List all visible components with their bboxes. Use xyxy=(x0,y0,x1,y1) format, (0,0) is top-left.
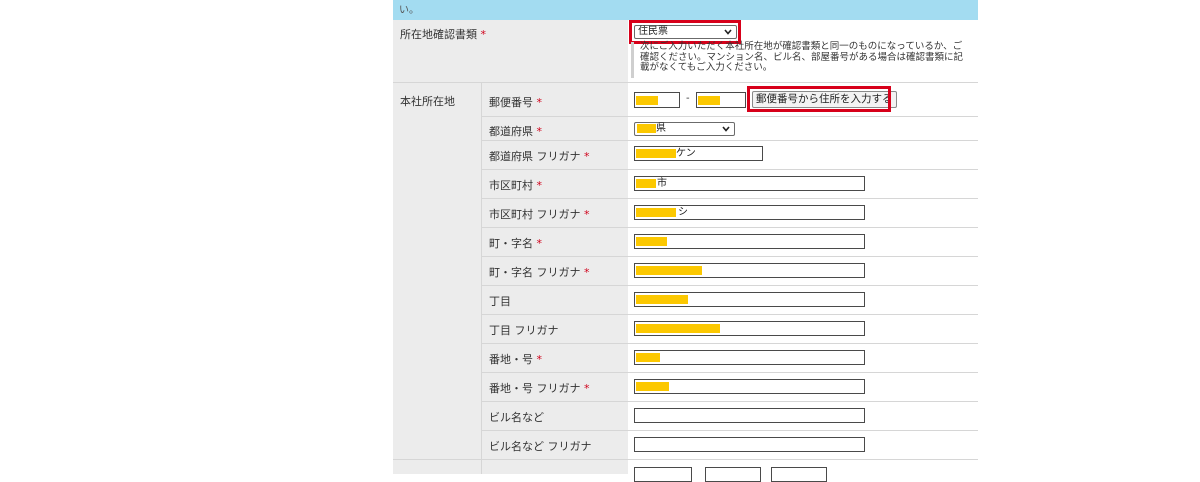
divider xyxy=(482,314,978,315)
chome-label: 丁目 xyxy=(489,295,511,308)
town-input[interactable] xyxy=(634,234,865,249)
divider xyxy=(393,459,978,460)
town-kana-input[interactable] xyxy=(634,263,865,278)
prefecture-kana-input[interactable]: ケン xyxy=(634,146,763,161)
city-value-suffix: 市 xyxy=(657,178,667,189)
postal-code-first-input[interactable] xyxy=(634,92,680,108)
divider xyxy=(482,169,978,170)
banchi-kana-label: 番地・号 フリガナ * xyxy=(489,382,590,395)
redaction-mark xyxy=(636,149,676,158)
redaction-mark xyxy=(636,208,676,217)
building-kana-label: ビル名など フリガナ xyxy=(489,440,592,453)
divider xyxy=(482,227,978,228)
redaction-mark xyxy=(698,96,720,105)
postal-label: 郵便番号 * xyxy=(489,96,542,109)
redaction-mark xyxy=(636,353,660,362)
form-frame: い。 所在地確認書類 * 住民票 次にご入力いただく本社所在地が確認書類と同一の… xyxy=(393,0,978,482)
city-label: 市区町村 * xyxy=(489,179,542,192)
chome-kana-label: 丁目 フリガナ xyxy=(489,324,559,337)
divider xyxy=(482,285,978,286)
chevron-down-icon xyxy=(722,126,730,132)
divider xyxy=(482,256,978,257)
redaction-mark xyxy=(636,382,669,391)
building-input[interactable] xyxy=(634,408,865,423)
section-label-cell xyxy=(393,83,481,474)
annotation-box-postal-lookup xyxy=(747,86,891,112)
chome-kana-input[interactable] xyxy=(634,321,865,336)
doc-type-label: 所在地確認書類 * xyxy=(400,28,486,41)
divider xyxy=(482,198,978,199)
redaction-mark xyxy=(636,179,656,188)
banchi-kana-input[interactable] xyxy=(634,379,865,394)
building-label: ビル名など xyxy=(489,411,544,424)
prefecture-kana-value-suffix: ケン xyxy=(676,148,696,159)
next-row-input-3[interactable] xyxy=(771,467,827,482)
city-input[interactable]: 市 xyxy=(634,176,865,191)
prefecture-kana-label: 都道府県 フリガナ * xyxy=(489,150,590,163)
redaction-mark xyxy=(636,266,702,275)
city-kana-label: 市区町村 フリガナ * xyxy=(489,208,590,221)
divider xyxy=(482,343,978,344)
banner-text: い。 xyxy=(399,5,419,16)
city-kana-value-suffix: シ xyxy=(678,207,688,218)
chome-input[interactable] xyxy=(634,292,865,307)
doc-type-note: 次にご入力いただく本社所在地が確認書類と同一のものになっているか、ご確認ください… xyxy=(640,41,964,73)
info-banner: い。 xyxy=(393,0,978,20)
building-kana-input[interactable] xyxy=(634,437,865,452)
town-label: 町・字名 * xyxy=(489,237,542,250)
divider xyxy=(482,430,978,431)
city-kana-input[interactable]: シ xyxy=(634,205,865,220)
note-bar xyxy=(631,42,634,78)
next-row-input-2[interactable] xyxy=(705,467,761,482)
redaction-mark xyxy=(636,237,667,246)
divider xyxy=(482,116,978,117)
postal-code-second-input[interactable] xyxy=(696,92,746,108)
prefecture-select[interactable]: 県 xyxy=(634,122,735,136)
postal-separator: - xyxy=(686,93,690,104)
divider xyxy=(482,140,978,141)
divider xyxy=(482,372,978,373)
banchi-label: 番地・号 * xyxy=(489,353,542,366)
next-row-input-1[interactable] xyxy=(634,467,692,482)
divider xyxy=(482,401,978,402)
prefecture-label: 都道府県 * xyxy=(489,125,542,138)
redaction-mark xyxy=(636,295,688,304)
prefecture-selected-suffix: 県 xyxy=(656,123,666,134)
redaction-mark xyxy=(636,96,658,105)
redaction-mark xyxy=(637,124,656,133)
section-label: 本社所在地 xyxy=(400,95,455,108)
town-kana-label: 町・字名 フリガナ * xyxy=(489,266,590,279)
banchi-input[interactable] xyxy=(634,350,865,365)
redaction-mark xyxy=(636,324,720,333)
